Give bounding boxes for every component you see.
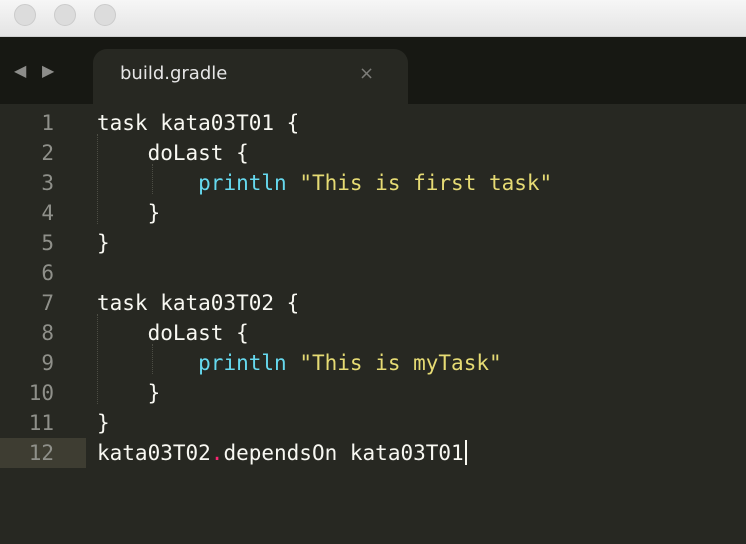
line-number: 1: [41, 111, 54, 135]
gutter: 12: [0, 438, 86, 468]
gutter: 2: [0, 138, 86, 168]
nav-forward-icon[interactable]: ▶: [42, 62, 54, 80]
code-line: 7 task kata03T02 {: [0, 288, 746, 318]
code-token: kata03T02: [97, 441, 211, 465]
string-token: "This is myTask": [299, 351, 502, 375]
code-line: 8 doLast {: [0, 318, 746, 348]
code-token: task kata03T01 {: [97, 111, 300, 135]
gutter: 8: [0, 318, 86, 348]
code-text: }: [97, 198, 161, 228]
code-line-active: 12 kata03T02.dependsOn kata03T01: [0, 438, 746, 468]
code-line: 6: [0, 258, 746, 288]
gutter: 9: [0, 348, 86, 378]
zoom-window-button[interactable]: [94, 4, 116, 26]
nav-back-icon[interactable]: ◀: [14, 62, 26, 80]
line-number: 5: [41, 231, 54, 255]
line-number: 3: [41, 171, 54, 195]
code-text: task kata03T01 {: [97, 108, 299, 138]
operator-token: .: [210, 441, 224, 465]
code-line: 4 }: [0, 198, 746, 228]
gutter: 3: [0, 168, 86, 198]
line-number: 12: [28, 441, 54, 465]
code-line: 9 println "This is myTask": [0, 348, 746, 378]
gutter: 4: [0, 198, 86, 228]
line-number: 2: [41, 141, 54, 165]
gutter: 1: [0, 108, 86, 138]
line-number: 4: [41, 201, 54, 225]
code-text: doLast {: [97, 138, 249, 168]
code-token: dependsOn kata03T01: [223, 441, 464, 465]
gutter: 11: [0, 408, 86, 438]
gutter: 7: [0, 288, 86, 318]
code-line: 3 println "This is first task": [0, 168, 746, 198]
line-number: 10: [28, 381, 54, 405]
tab-label: build.gradle: [120, 63, 228, 84]
code-text: println "This is first task": [97, 168, 552, 198]
gutter: 10: [0, 378, 86, 408]
code-text: task kata03T02 {: [97, 288, 299, 318]
line-number: 6: [41, 261, 54, 285]
code-token: task kata03T02 {: [97, 291, 300, 315]
code-line: 1 task kata03T01 {: [0, 108, 746, 138]
close-window-button[interactable]: [14, 4, 36, 26]
code-text: doLast {: [97, 318, 249, 348]
code-line: 5 }: [0, 228, 746, 258]
code-token: doLast {: [147, 321, 249, 345]
code-editor[interactable]: 1 task kata03T01 { 2 doLast { 3 println …: [0, 104, 746, 544]
code-line: 2 doLast {: [0, 138, 746, 168]
line-number: 11: [28, 411, 54, 435]
code-text: }: [97, 228, 110, 258]
code-token: }: [97, 231, 110, 255]
code-token: }: [97, 411, 110, 435]
function-token: println: [198, 351, 287, 375]
close-tab-icon[interactable]: ×: [359, 63, 374, 84]
text-cursor: [464, 440, 467, 465]
function-token: println: [198, 171, 287, 195]
code-text: }: [97, 378, 161, 408]
gutter: 6: [0, 258, 86, 288]
line-number: 9: [41, 351, 54, 375]
code-text: println "This is myTask": [97, 348, 502, 378]
code-line: 11 }: [0, 408, 746, 438]
code-text: kata03T02.dependsOn kata03T01: [97, 438, 467, 468]
string-token: "This is first task": [299, 171, 553, 195]
tab-bar: ◀ ▶ build.gradle ×: [0, 37, 746, 105]
line-number: 8: [41, 321, 54, 345]
title-bar: [0, 0, 746, 37]
code-token: doLast {: [147, 141, 249, 165]
line-number: 7: [41, 291, 54, 315]
tab-build-gradle[interactable]: build.gradle ×: [93, 49, 408, 105]
code-token: }: [147, 381, 161, 405]
minimize-window-button[interactable]: [54, 4, 76, 26]
code-text: }: [97, 408, 110, 438]
code-line: 10 }: [0, 378, 746, 408]
code-token: }: [147, 201, 161, 225]
gutter: 5: [0, 228, 86, 258]
